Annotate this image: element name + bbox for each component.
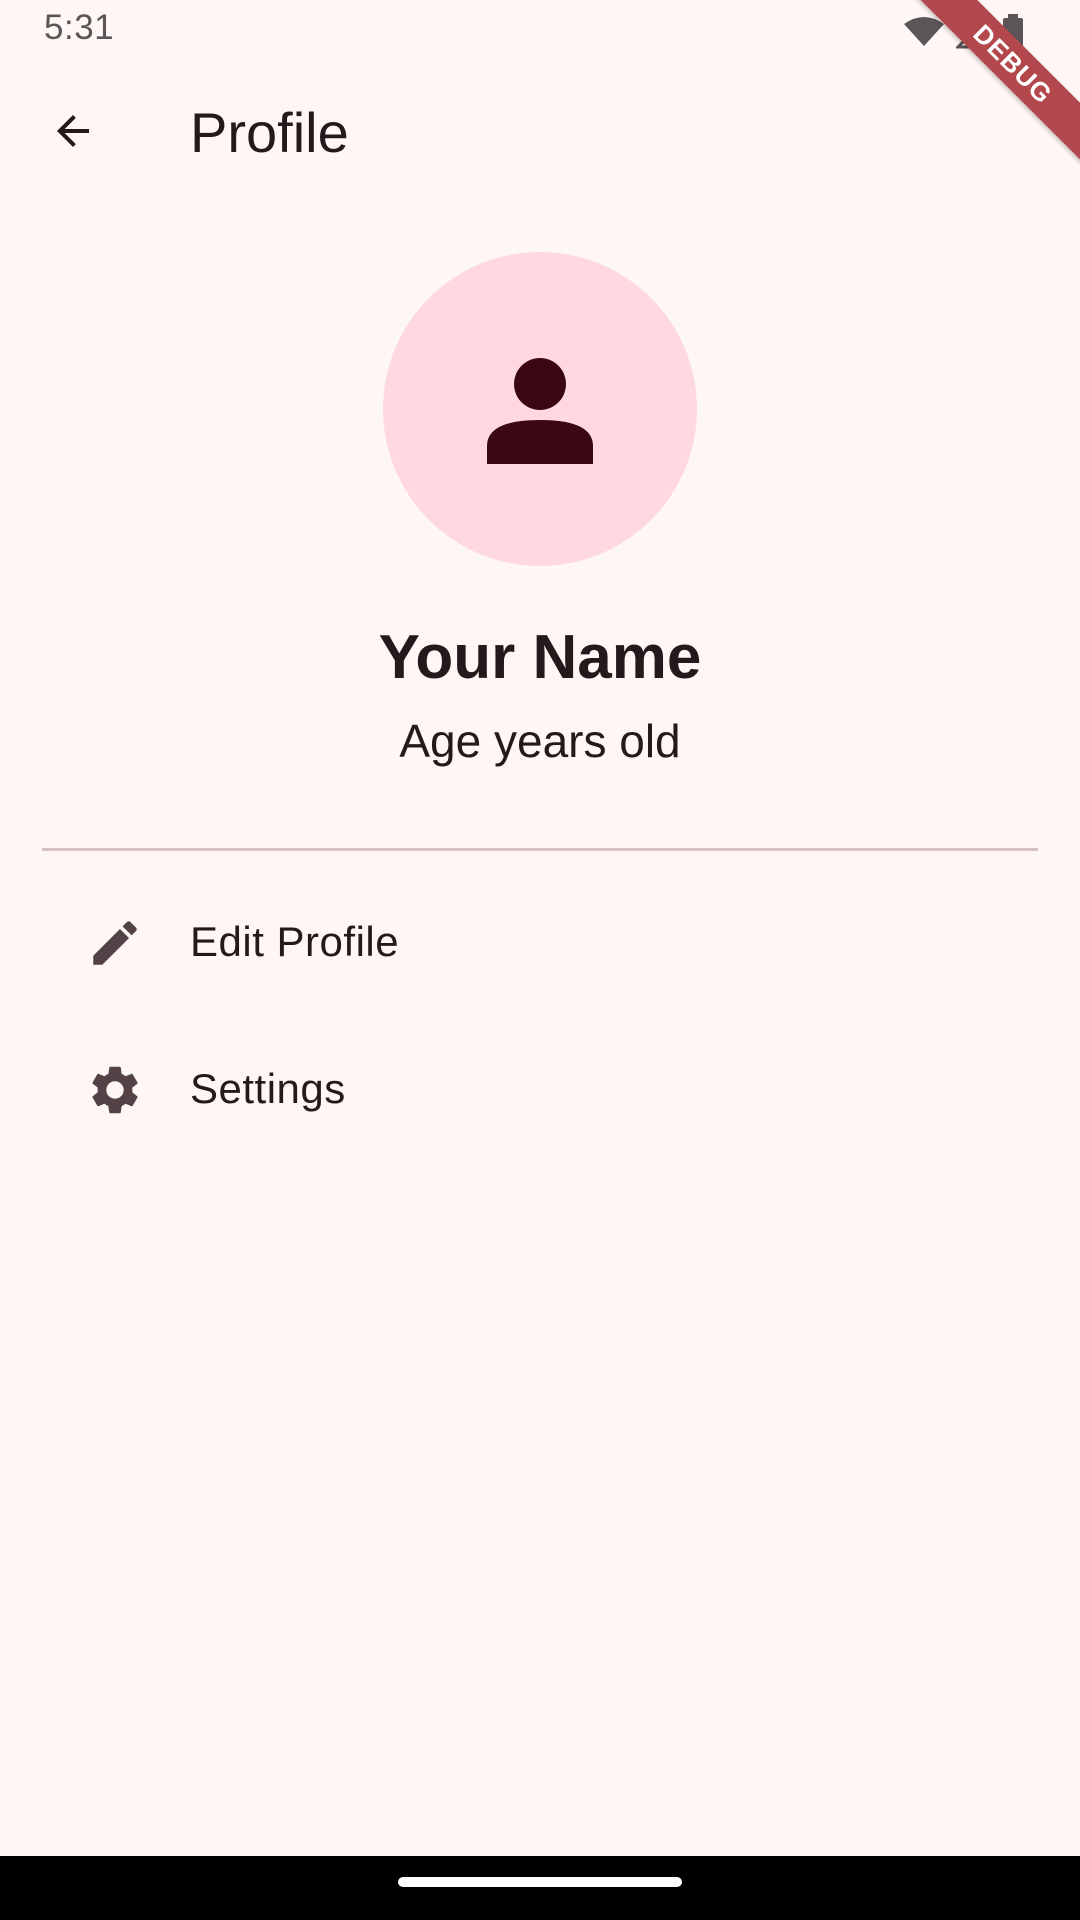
navigation-bar [0, 1856, 1080, 1920]
settings-icon [92, 1066, 138, 1114]
menu-item-label: Edit Profile [190, 918, 400, 965]
menu-item-label: Settings [190, 1065, 346, 1112]
status-bar: 5:31 [0, 0, 1080, 62]
profile-age: Age years old [399, 715, 681, 767]
app-bar: Profile [0, 62, 1080, 210]
menu-item-edit-profile[interactable]: Edit Profile [0, 872, 1080, 1012]
menu-item-settings[interactable]: Settings [0, 1019, 1080, 1159]
avatar [383, 252, 697, 566]
back-button[interactable] [36, 94, 110, 168]
person-icon [487, 358, 593, 464]
home-indicator[interactable] [398, 1877, 682, 1887]
profile-name: Your Name [378, 623, 702, 692]
arrow-back-icon [57, 115, 89, 147]
page-title: Profile [190, 101, 349, 164]
status-time: 5:31 [44, 8, 115, 47]
edit-icon [93, 921, 137, 965]
divider [42, 848, 1038, 851]
wifi-icon [904, 16, 944, 48]
